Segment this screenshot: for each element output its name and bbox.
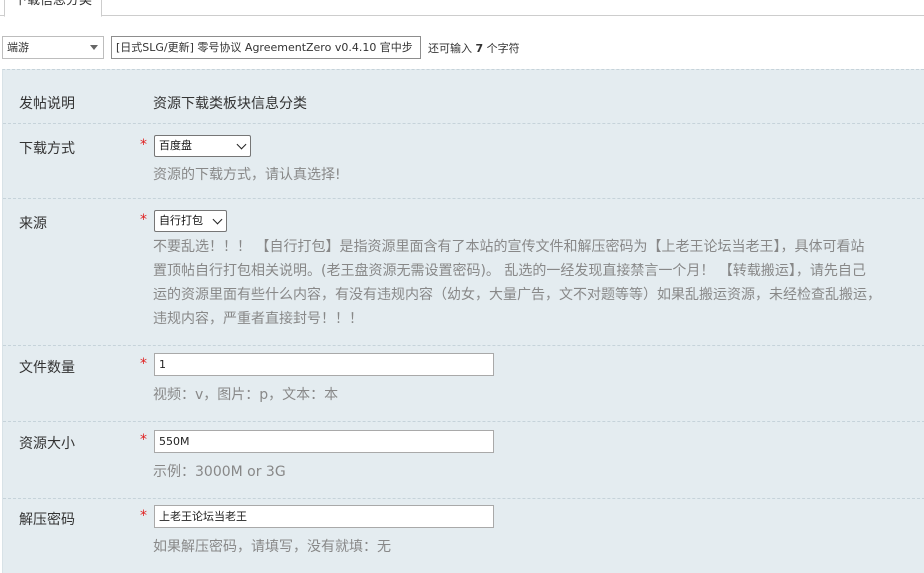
chevron-down-icon [236, 139, 247, 150]
field-label-source: 来源 [19, 216, 47, 232]
source-description-line: 运的资源里面有些什么内容，有没有违规内容（幼女，大量广告，文不对题等等）如果乱搬… [153, 287, 881, 303]
post-form-page: 下载信息分类 端游 [日式SLG/更新] 零号协议 AgreementZero … [0, 0, 924, 573]
password-input[interactable]: 上老王论坛当老王 [154, 505, 494, 528]
chevron-down-icon [212, 214, 223, 225]
file-count-hint: 视频：v，图片：p，文本：本 [153, 387, 339, 403]
form-row-download-method: 下载方式 * 百度盘 资源的下载方式，请认真选择! [3, 124, 924, 199]
intro-value: 资源下载类板块信息分类 [153, 96, 307, 112]
source-description: 不要乱选！！！ 【自行打包】是指资源里面含有了本站的宣传文件和解压密码为【上老王… [153, 235, 924, 331]
thread-type-select[interactable]: 端游 [2, 36, 104, 59]
file-count-input[interactable]: 1 [154, 353, 494, 376]
field-label-file-count: 文件数量 [19, 360, 75, 376]
tab-download-info-category[interactable]: 下载信息分类 [4, 0, 102, 17]
subject-row: 端游 [日式SLG/更新] 零号协议 AgreementZero v0.4.10… [0, 35, 924, 61]
field-label-size: 资源大小 [19, 436, 75, 452]
source-description-line: 违规内容，严重者直接封号！！！ [153, 311, 363, 327]
source-description-line: 不要乱选！！！ 【自行打包】是指资源里面含有了本站的宣传文件和解压密码为【上老王… [153, 239, 865, 255]
size-input[interactable]: 550M [154, 430, 494, 453]
form-panel: 发帖说明 资源下载类板块信息分类 下载方式 * 百度盘 资源的下载方式，请认真选… [2, 69, 924, 573]
field-label-intro: 发帖说明 [19, 96, 75, 112]
required-mark: * [140, 432, 147, 448]
form-row-size: 资源大小 * 550M 示例：3000M or 3G [3, 422, 924, 499]
remaining-chars-count: 7 [475, 42, 484, 55]
tab-bar: 下载信息分类 [0, 0, 924, 17]
required-mark: * [140, 137, 147, 153]
size-hint: 示例：3000M or 3G [153, 464, 286, 480]
required-mark: * [140, 508, 147, 524]
field-label-password: 解压密码 [19, 512, 75, 528]
required-mark: * [140, 212, 147, 228]
form-row-file-count: 文件数量 * 1 视频：v，图片：p，文本：本 [3, 346, 924, 422]
subject-title-input[interactable]: [日式SLG/更新] 零号协议 AgreementZero v0.4.10 官中… [111, 36, 421, 59]
form-row-source: 来源 * 自行打包 不要乱选！！！ 【自行打包】是指资源里面含有了本站的宣传文件… [3, 199, 924, 346]
form-row-intro: 发帖说明 资源下载类板块信息分类 [3, 70, 924, 124]
chevron-down-icon [90, 45, 98, 50]
password-hint: 如果解压密码，请填写，没有就填：无 [153, 539, 391, 555]
remaining-chars-text: 还可输入 7 个字符 [428, 42, 520, 55]
source-select[interactable]: 自行打包 [154, 210, 227, 232]
field-label-download-method: 下载方式 [19, 141, 75, 157]
source-description-line: 置顶帖自行打包相关说明。(老王盘资源无需设置密码)。 乱选的一经发现直接禁言一个… [153, 263, 866, 279]
required-mark: * [140, 356, 147, 372]
form-row-password: 解压密码 * 上老王论坛当老王 如果解压密码，请填写，没有就填：无 [3, 499, 924, 573]
download-method-select[interactable]: 百度盘 [154, 135, 251, 157]
download-method-hint: 资源的下载方式，请认真选择! [153, 167, 341, 183]
thread-type-value: 端游 [7, 41, 29, 54]
